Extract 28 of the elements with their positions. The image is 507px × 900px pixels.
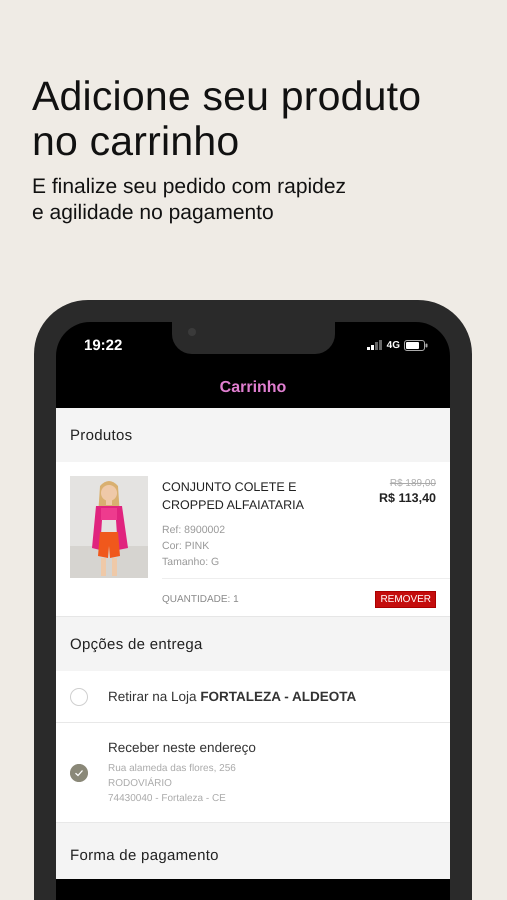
remove-button[interactable]: REMOVER [375,591,436,608]
screen-title: Carrinho [220,379,286,397]
delivery-option[interactable]: Retirar na Loja FORTALEZA - ALDEOTA [56,671,450,723]
quantity-label: QUANTIDADE: 1 [162,594,239,605]
sale-price: R$ 113,40 [379,491,436,505]
address-line: RODOVIÁRIO [108,776,172,790]
product-name: CONJUNTO COLETE E CROPPED ALFAIATARIA [162,479,305,514]
battery-icon [404,340,428,350]
original-price: R$ 189,00 [390,478,436,489]
headline: no carrinho [32,119,240,164]
option-label: Retirar na Loja FORTALEZA - ALDEOTA [108,689,356,704]
product-detail: Tamanho: G [162,555,220,570]
option-label: Receber neste endereço [108,740,256,754]
signal-icon [366,340,383,350]
section-title: Forma de pagamento [70,846,219,864]
address-line: Rua alameda das flores, 256 [108,762,236,776]
radio-button[interactable] [70,688,88,706]
status-time: 19:22 [84,336,122,354]
network-label: 4G [386,340,400,350]
product-detail: Ref: 8900002 [162,523,226,538]
section-title: Produtos [70,426,132,444]
headline: Adicione seu produto [32,74,422,119]
subheadline: E finalize seu pedido com rapidez [32,174,346,200]
address-line: 74430040 - Fortaleza - CE [108,792,226,806]
subheadline: e agilidade no pagamento [32,200,274,226]
section-title: Opções de entrega [70,636,203,652]
product-detail: Cor: PINK [162,539,210,554]
radio-button[interactable] [70,764,88,782]
